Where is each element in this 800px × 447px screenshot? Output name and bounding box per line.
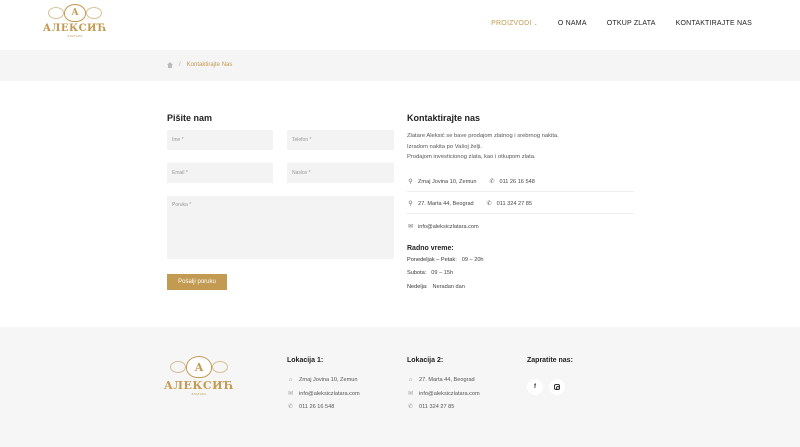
logo-tagline: ЗЛАТАРА (67, 34, 83, 38)
logo-ornament-right (212, 361, 228, 373)
contact-row-email: ✉ info@aleksiczlatara.com (407, 223, 634, 236)
footer-address: ⌂ Zmaj Jovina 10, Zemun (287, 377, 358, 383)
contact-address: ⚲ 27. Marta 44, Beograd (407, 200, 474, 208)
envelope-icon: ✉ (287, 391, 294, 397)
nav-item-label: KONTAKTIRAJTE NAS (675, 20, 752, 27)
name-input[interactable] (167, 130, 273, 150)
hours-time: 09 – 20h (461, 257, 484, 263)
message-textarea[interactable] (167, 196, 394, 259)
facebook-icon: f (534, 384, 536, 390)
map-marker-icon: ⚲ (408, 201, 413, 207)
hours-time: Neradan dan (432, 284, 465, 290)
contact-email[interactable]: ✉ info@aleksiczlatara.com (407, 223, 479, 231)
footer-phone[interactable]: ✆ 011 26 16 548 (287, 403, 335, 411)
email-text: info@aleksiczlatara.com (418, 223, 479, 230)
address-text: 27. Marta 44, Beograd (418, 200, 474, 207)
phone-text: 011 26 16 548 (499, 178, 535, 185)
phone-icon: ✆ (287, 404, 294, 410)
hours-row: Ponedeljak – Petak: 09 – 20h (407, 257, 484, 263)
address-text: Zmaj Jovina 10, Zemun (299, 377, 358, 383)
hours-day: Subota: (407, 270, 427, 276)
breadcrumb-bar: / Kontaktirajte Nas (0, 50, 800, 81)
nav-item-o-nama[interactable]: O NAMA (558, 20, 587, 27)
header-logo[interactable]: A АЛЕКСИЋ ЗЛАТАРА (42, 4, 108, 38)
nav-item-proizvodi[interactable]: PROIZVODI ⌄ (491, 20, 538, 27)
logo-ornament-left (48, 7, 64, 19)
phone-text: 011 26 16 548 (299, 403, 335, 410)
footer-email[interactable]: ✉ info@aleksiczlatara.com (407, 390, 480, 398)
contact-intro: Zlatare Aleksić se bave prodajom zlatnog… (407, 131, 637, 163)
email-text: info@aleksiczlatara.com (299, 390, 360, 397)
footer-logo[interactable]: A АЛЕКСИЋ ЗЛАТАРА (164, 356, 234, 396)
instagram-button[interactable] (549, 379, 565, 395)
breadcrumb-current: Kontaktirajte Nas (186, 62, 233, 68)
logo-ornament-right (86, 7, 102, 19)
hours-day: Ponedeljak – Petak: (407, 257, 457, 263)
logo-monogram: A (186, 356, 212, 378)
intro-line: Izradom nakita po Vašoj želji. (407, 143, 482, 150)
subject-input[interactable] (287, 163, 394, 183)
footer-email[interactable]: ✉ info@aleksiczlatara.com (287, 390, 360, 398)
site-footer (0, 327, 800, 447)
footer-location-2-title: Lokacija 2: (407, 357, 444, 364)
contact-phone[interactable]: ✆ 011 324 27 85 (486, 200, 533, 208)
home-icon[interactable] (167, 62, 173, 68)
breadcrumb: / Kontaktirajte Nas (167, 62, 232, 68)
hours-time: 09 – 15h (431, 270, 454, 276)
envelope-icon: ✉ (407, 224, 414, 230)
site-header: A АЛЕКСИЋ ЗЛАТАРА PROIZVODI ⌄ O NAMA OTK… (0, 0, 800, 50)
nav-item-kontakt[interactable]: KONTAKTIRAJTE NAS (676, 20, 752, 27)
facebook-button[interactable]: f (527, 379, 543, 395)
contact-row-location-1: ⚲ Zmaj Jovina 10, Zemun ✆ 011 26 16 548 (407, 178, 634, 192)
instagram-icon (554, 384, 560, 390)
footer-follow-title: Zapratite nas: (527, 357, 573, 364)
phone-icon: ✆ (407, 404, 414, 410)
nav-item-otkup-zlata[interactable]: OTKUP ZLATA (607, 20, 656, 27)
phone-input[interactable] (287, 130, 394, 150)
send-message-button[interactable]: Pošalji poruku (167, 274, 227, 290)
envelope-icon: ✉ (407, 391, 414, 397)
main-nav: PROIZVODI ⌄ O NAMA OTKUP ZLATA KONTAKTIR… (491, 20, 752, 27)
logo-wordmark: АЛЕКСИЋ (42, 23, 108, 34)
intro-line: Prodajom investicionog zlata, kao i otku… (407, 154, 536, 160)
email-input[interactable] (167, 163, 273, 183)
home-icon: ⌂ (408, 377, 413, 383)
contact-phone[interactable]: ✆ 011 26 16 548 (488, 178, 535, 186)
logo-monogram: A (64, 4, 86, 22)
footer-address: ⌂ 27. Marta 44, Beograd (407, 377, 475, 383)
email-text: info@aleksiczlatara.com (419, 390, 480, 397)
hours-day: Nedelja: (407, 284, 428, 290)
hours-row: Nedelja: Neradan dan (407, 284, 465, 290)
phone-text: 011 324 27 85 (419, 403, 455, 410)
logo-ornament-left (170, 361, 186, 373)
intro-line: Zlatare Aleksić se bave prodajom zlatnog… (407, 133, 559, 139)
logo-wordmark: АЛЕКСИЋ (163, 379, 235, 392)
phone-icon: ✆ (486, 201, 492, 207)
chevron-down-icon: ⌄ (533, 20, 538, 27)
address-text: 27. Marta 44, Beograd (419, 377, 475, 383)
address-text: Zmaj Jovina 10, Zemun (418, 178, 477, 185)
contact-title: Kontaktirajte nas (407, 113, 481, 123)
logo-tagline: ЗЛАТАРА (191, 392, 207, 396)
nav-item-label: PROIZVODI (491, 20, 532, 27)
nav-item-label: O NAMA (557, 20, 587, 27)
form-title: Pišite nam (167, 113, 213, 123)
footer-phone[interactable]: ✆ 011 324 27 85 (407, 403, 455, 411)
phone-text: 011 324 27 85 (496, 200, 533, 207)
hours-row: Subota: 09 – 15h (407, 270, 453, 276)
home-icon: ⌂ (288, 377, 293, 383)
footer-location-1-title: Lokacija 1: (287, 357, 324, 364)
hours-title: Radno vreme: (407, 245, 454, 252)
breadcrumb-separator: / (179, 62, 181, 68)
contact-row-location-2: ⚲ 27. Marta 44, Beograd ✆ 011 324 27 85 (407, 200, 634, 214)
contact-address: ⚲ Zmaj Jovina 10, Zemun (407, 178, 477, 186)
nav-item-label: OTKUP ZLATA (606, 20, 656, 27)
map-marker-icon: ⚲ (408, 179, 413, 185)
phone-icon: ✆ (489, 179, 495, 185)
